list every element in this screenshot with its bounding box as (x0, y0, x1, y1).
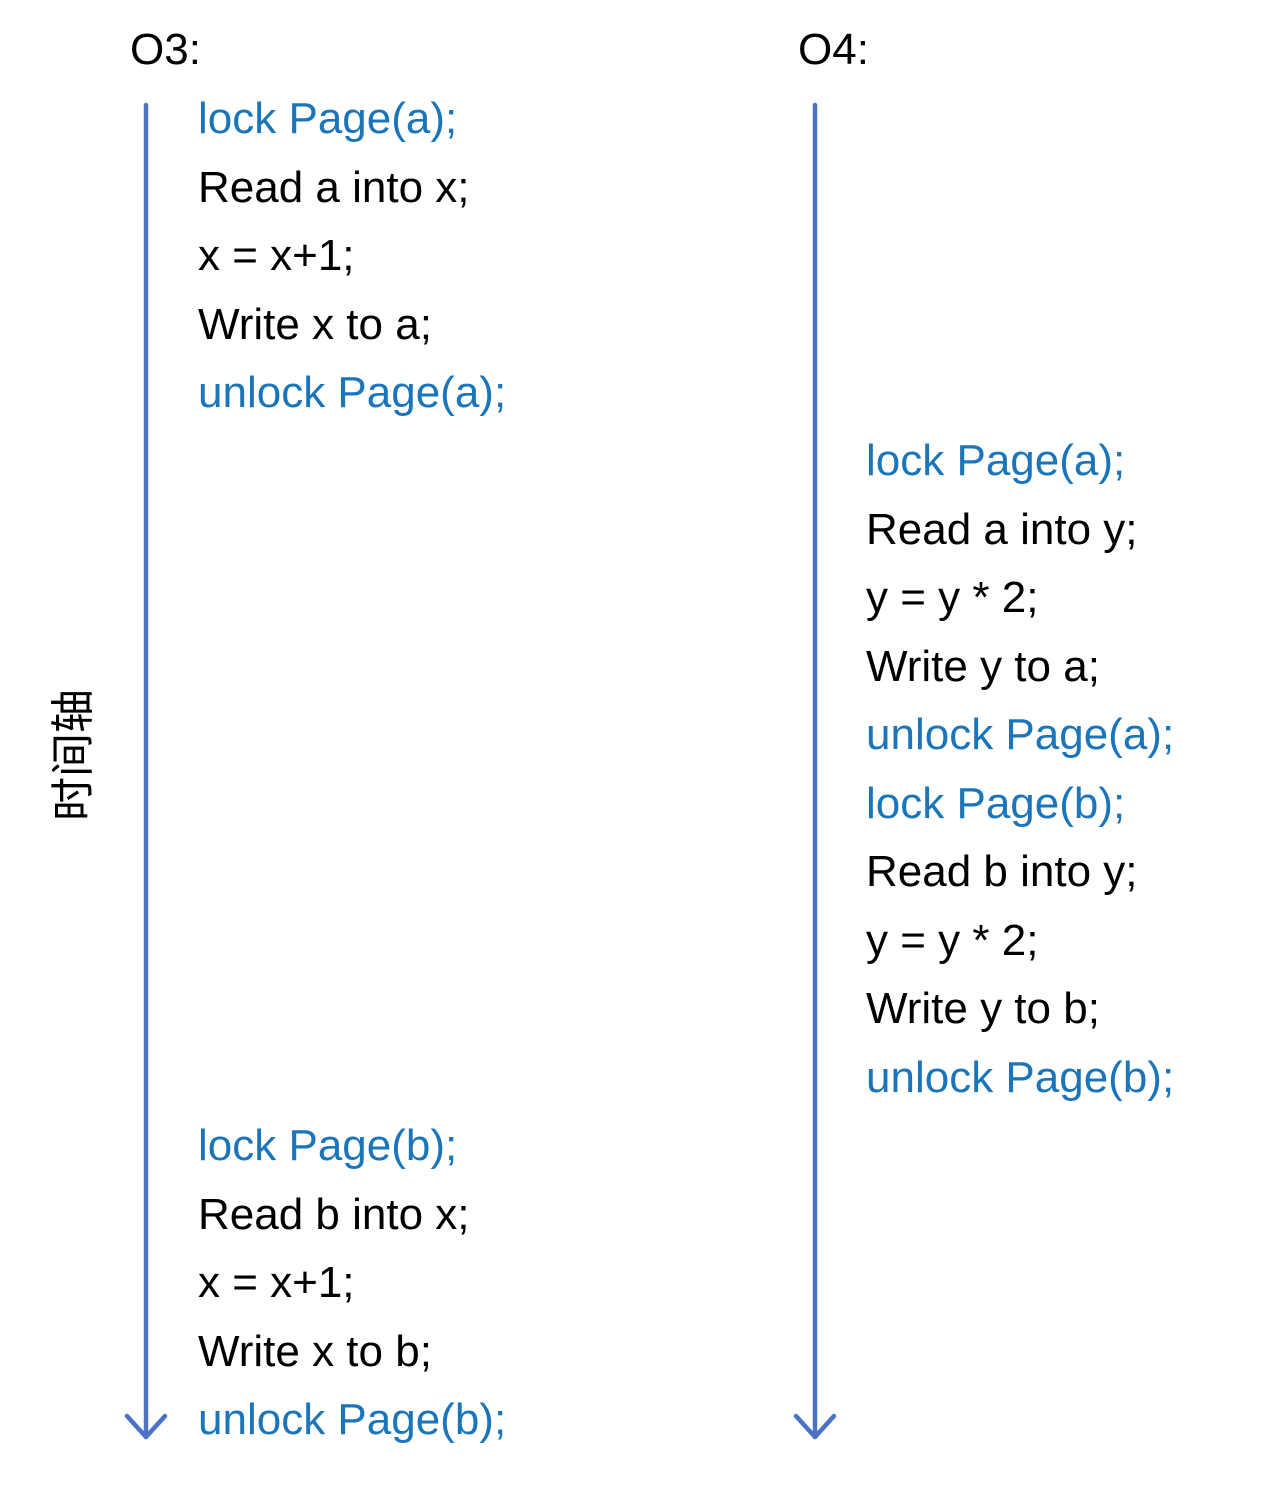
o4-unlock-page-a-line: unlock Page(a); (866, 710, 1175, 759)
o4-lock-page-a-line: lock Page(a); (866, 436, 1126, 485)
o3-write-a-line: Write x to a; (198, 299, 432, 349)
o4-read-a-line: Read a into y; (866, 504, 1138, 554)
o3-increment-x-line: x = x+1; (198, 231, 355, 280)
o3-page-a-block: lock Page(a); Read a into x; x = x+1; Wr… (198, 85, 506, 428)
timeline-axis-label: 时间轴 (48, 689, 99, 821)
o4-time-arrow (793, 102, 837, 1440)
o3-read-b-line: Read b into x; (198, 1189, 470, 1239)
o4-double-y-line: y = y * 2; (866, 573, 1039, 622)
o4-read-b-line: Read b into y; (866, 847, 1138, 896)
o3-increment-x-line-2: x = x+1; (198, 1258, 355, 1307)
o3-unlock-page-a-line: unlock Page(a); (198, 368, 507, 417)
o3-write-b-line: Write x to b; (198, 1326, 432, 1376)
o3-lock-page-a-line: lock Page(a); (198, 94, 458, 143)
o3-unlock-page-b-line: unlock Page(b); (198, 1395, 507, 1444)
o4-unlock-page-b-line: unlock Page(b); (866, 1052, 1175, 1102)
o3-column-title: O3: (130, 25, 201, 74)
o4-write-b-line: Write y to b; (866, 984, 1100, 1033)
o4-operations-block: lock Page(a); Read a into y; y = y * 2; … (866, 427, 1174, 1112)
o3-time-arrow (124, 102, 168, 1440)
o4-write-a-line: Write y to a; (866, 641, 1100, 691)
o4-column-title: O4: (798, 25, 869, 74)
o4-lock-page-b-line: lock Page(b); (866, 778, 1126, 828)
o3-page-b-block: lock Page(b); Read b into x; x = x+1; Wr… (198, 1112, 506, 1455)
o3-read-a-line: Read a into x; (198, 162, 470, 212)
o3-lock-page-b-line: lock Page(b); (198, 1121, 458, 1170)
o4-double-y-line-2: y = y * 2; (866, 915, 1039, 965)
